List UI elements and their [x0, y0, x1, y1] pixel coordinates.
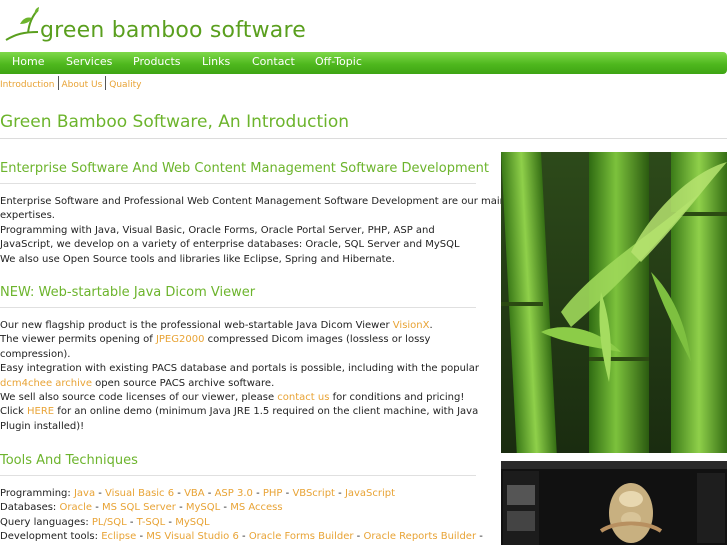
text-line: We also use Open Source tools and librar…	[0, 253, 395, 265]
page-title: Green Bamboo Software, An Introduction	[0, 112, 350, 132]
nav-item-links[interactable]: Links	[202, 55, 230, 68]
visionx-link[interactable]: VisionX	[393, 320, 430, 331]
tool-link[interactable]: T-SQL	[137, 517, 166, 528]
dicom-viewer-screenshot	[501, 461, 727, 545]
dicom-paragraph: Our new flagship product is the professi…	[0, 319, 479, 434]
jpeg2000-link[interactable]: JPEG2000	[156, 334, 205, 345]
tools-row-label: Programming:	[0, 488, 74, 499]
tools-row-label: Query languages:	[0, 516, 92, 528]
text-segment: Our new flagship product is the professi…	[0, 320, 393, 331]
subnav-about-us[interactable]: About Us	[62, 80, 103, 90]
subnav-divider	[105, 76, 107, 90]
tools-separator: -	[92, 502, 102, 514]
tools-separator: -	[252, 488, 263, 499]
bamboo-sprout-icon	[5, 7, 39, 41]
enterprise-paragraph: Enterprise Software and Professional Web…	[0, 195, 506, 267]
text-line: We sell also source code licenses of our…	[0, 391, 476, 405]
tools-row-label: Development tools:	[0, 531, 102, 543]
tools-row: Query languages: PL/SQL - T-SQL - MySQL	[0, 516, 476, 530]
text-line: Programming with Java, Visual Basic, Ora…	[0, 224, 435, 236]
tool-link[interactable]: MS Access	[230, 502, 282, 513]
text-line: dcm4chee archive open source PACS archiv…	[0, 377, 476, 391]
section-divider	[0, 307, 476, 308]
text-segment: for an online demo (minimum Java JRE 1.5…	[54, 406, 479, 418]
text-line: The viewer permits opening of JPEG2000 c…	[0, 333, 476, 347]
tools-separator: -	[165, 516, 176, 528]
tools-separator: -	[95, 488, 106, 499]
tools-row: Programming: Java - Visual Basic 6 - VBA…	[0, 487, 476, 501]
text-line: Enterprise Software and Professional Web…	[0, 196, 506, 207]
tools-separator: -	[175, 502, 186, 514]
tools-separator: -	[136, 531, 147, 543]
text-segment: for conditions and pricing!	[329, 392, 465, 404]
subnav-divider	[57, 76, 59, 90]
nav-item-off-topic[interactable]: Off-Topic	[315, 55, 362, 68]
tool-link[interactable]: Oracle	[59, 502, 92, 513]
tool-link[interactable]: Oracle Reports Builder	[363, 531, 476, 542]
text-segment: We sell also source code licenses of our…	[0, 392, 278, 404]
tool-link[interactable]: Eclipse	[101, 531, 136, 542]
contact-us-link[interactable]: contact us	[277, 392, 329, 403]
bamboo-photo	[501, 152, 727, 453]
title-divider	[0, 138, 727, 139]
text-line: Our new flagship product is the professi…	[0, 319, 476, 333]
tools-list: Programming: Java - Visual Basic 6 - VBA…	[0, 487, 483, 545]
tools-separator: -	[174, 488, 185, 499]
section-heading-enterprise: Enterprise Software And Web Content Mana…	[0, 161, 489, 176]
tools-separator: -	[220, 502, 231, 514]
nav-item-home[interactable]: Home	[12, 55, 44, 68]
tool-link[interactable]: MySQL	[175, 517, 209, 528]
tool-link[interactable]: MySQL	[186, 502, 220, 513]
section-heading-dicom-viewer: NEW: Web-startable Java Dicom Viewer	[0, 285, 256, 300]
text-line: compression).	[0, 348, 71, 360]
text-segment: The viewer permits opening of	[0, 334, 156, 346]
tools-separator: -	[282, 488, 293, 499]
tools-separator: -	[238, 531, 249, 543]
tools-row: Development tools: Eclipse - MS Visual S…	[0, 530, 483, 544]
tool-link[interactable]: VBA	[184, 488, 205, 499]
sub-nav: Introduction About Us Quality	[0, 76, 141, 92]
nav-item-services[interactable]: Services	[66, 55, 112, 68]
section-heading-tools: Tools And Techniques	[0, 453, 138, 468]
nav-item-products[interactable]: Products	[133, 55, 181, 68]
main-nav: Home Services Products Links Contact Off…	[0, 52, 727, 74]
text-line: JavaScript, we develop on a variety of e…	[0, 239, 460, 251]
tool-link[interactable]: MS SQL Server	[102, 502, 176, 513]
tool-link[interactable]: Java	[74, 488, 95, 499]
section-divider	[0, 183, 476, 184]
tool-link[interactable]: VBScript	[292, 488, 335, 499]
tools-separator: -	[126, 516, 137, 528]
tool-link[interactable]: JavaScript	[345, 488, 395, 499]
tools-separator: -	[334, 488, 345, 499]
online-demo-link[interactable]: HERE	[27, 406, 54, 417]
tool-link[interactable]: PL/SQL	[92, 517, 127, 528]
tools-row: Databases: Oracle - MS SQL Server - MySQ…	[0, 501, 476, 515]
dcm4chee-archive-link[interactable]: dcm4chee archive	[0, 378, 92, 389]
text-segment: Click	[0, 406, 28, 418]
text-line: expertises.	[0, 210, 55, 222]
tool-link[interactable]: PHP	[263, 488, 283, 499]
text-line: Plugin installed)!	[0, 420, 85, 432]
site-header: green bamboo software	[0, 0, 727, 50]
tools-separator: -	[476, 531, 483, 543]
tools-separator: -	[353, 531, 364, 543]
text-line: Easy integration with existing PACS data…	[0, 363, 479, 375]
tool-link[interactable]: Visual Basic 6	[105, 488, 174, 499]
tools-row-label: Databases:	[0, 502, 60, 514]
nav-item-contact[interactable]: Contact	[252, 55, 295, 68]
tool-link[interactable]: Oracle Forms Builder	[249, 531, 354, 542]
text-segment: compressed Dicom images (lossless or los…	[204, 334, 431, 346]
tool-link[interactable]: MS Visual Studio 6	[146, 531, 239, 542]
section-divider	[0, 475, 476, 476]
text-segment: open source PACS archive software.	[91, 377, 275, 389]
subnav-quality[interactable]: Quality	[109, 80, 141, 90]
site-logo-text[interactable]: green bamboo software	[40, 18, 306, 43]
tool-link[interactable]: ASP 3.0	[215, 488, 253, 499]
text-line: Click HERE for an online demo (minimum J…	[0, 405, 479, 419]
text-segment: .	[429, 320, 433, 331]
subnav-introduction[interactable]: Introduction	[0, 80, 55, 90]
tools-separator: -	[204, 488, 215, 499]
